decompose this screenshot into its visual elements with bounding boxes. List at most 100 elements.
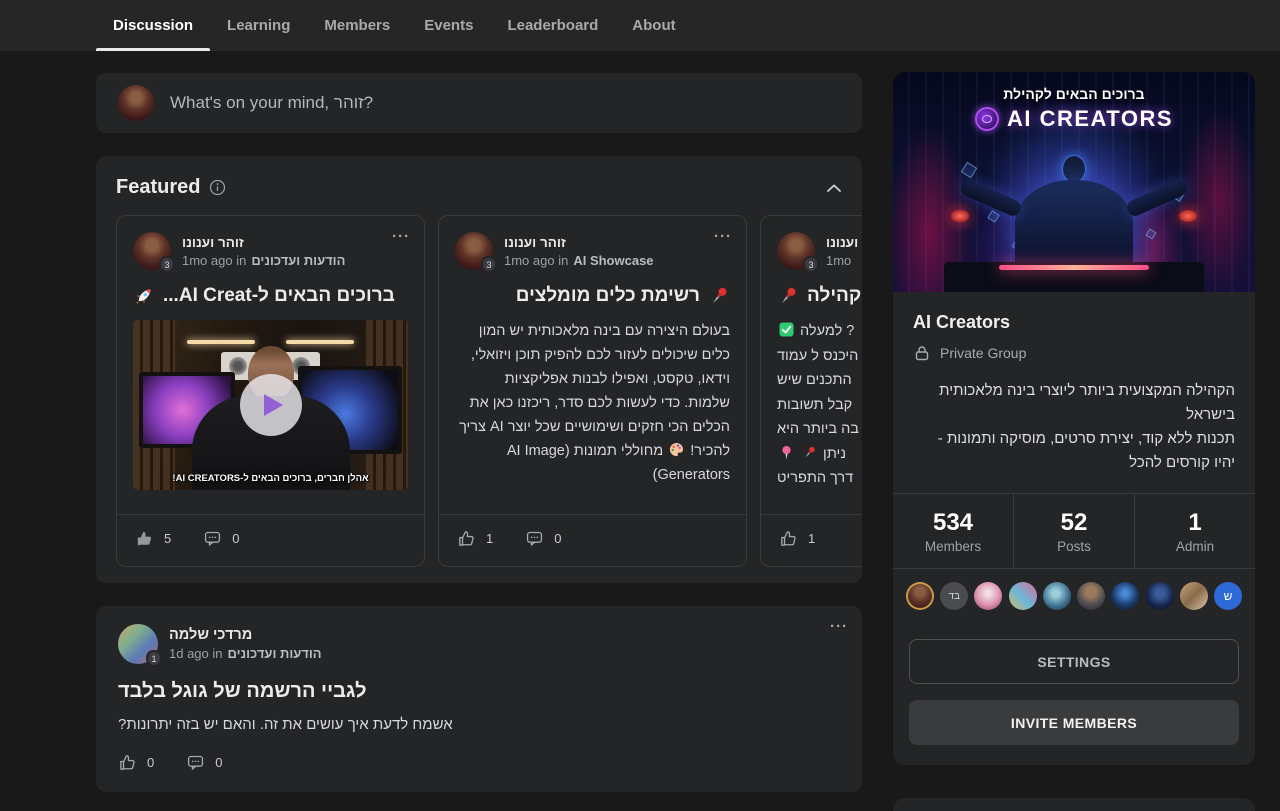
author-avatar[interactable]: 3	[133, 232, 171, 270]
member-avatar[interactable]	[1111, 582, 1139, 610]
top-navigation: Discussion Learning Members Events Leade…	[0, 0, 1280, 51]
stat-admins[interactable]: 1 Admin	[1134, 494, 1255, 568]
lock-icon	[913, 344, 931, 362]
member-avatar[interactable]	[1009, 582, 1037, 610]
rocket-icon	[133, 285, 155, 307]
brain-logo-icon	[975, 107, 999, 131]
check-emoji	[779, 322, 794, 337]
like-icon[interactable]	[457, 529, 476, 548]
privacy-label: Private Group	[940, 345, 1026, 361]
featured-post-body: בעולם היצירה עם בינה מלאכותית יש המון כל…	[455, 319, 730, 487]
featured-card-welcome[interactable]: ··· 3 זוהר וענונו 1mo ago in הודעות ועדכו…	[116, 215, 425, 567]
video-caption: אהלן חברים, ברוכים הבאים ל-AI CREATORS!	[133, 473, 408, 484]
post-time: 1mo ago in	[504, 253, 568, 268]
tab-events[interactable]: Events	[407, 0, 490, 51]
post-composer[interactable]: What's on your mind, זוהר?	[96, 73, 862, 133]
member-avatar[interactable]	[1077, 582, 1105, 610]
info-icon[interactable]	[209, 179, 226, 196]
group-info-card: ברוכים הבאים לקהילת AI CREATORS AI Creat…	[893, 72, 1255, 765]
tab-leaderboard[interactable]: Leaderboard	[490, 0, 615, 51]
comment-icon[interactable]	[203, 529, 222, 548]
post-title[interactable]: לגביי הרשמה של גוגל בלבד	[118, 680, 840, 703]
group-banner[interactable]: ברוכים הבאים לקהילת AI CREATORS	[893, 72, 1255, 292]
post-category[interactable]: הודעות ועדכונים	[228, 646, 322, 661]
current-user-avatar	[118, 85, 154, 121]
level-badge: 3	[803, 256, 819, 273]
comment-count: 0	[232, 531, 239, 546]
member-avatar[interactable]	[1043, 582, 1071, 610]
post-category[interactable]: הודעות ועדכונים	[251, 253, 345, 268]
author-avatar[interactable]: 3	[777, 232, 815, 270]
member-avatar[interactable]	[906, 582, 934, 610]
tab-learning[interactable]: Learning	[210, 0, 307, 51]
post-category[interactable]: AI Showcase	[573, 253, 653, 268]
collapse-chevron-up-icon[interactable]	[826, 183, 842, 193]
roundpin-emoji	[779, 445, 794, 460]
group-name[interactable]: AI Creators	[913, 312, 1235, 333]
member-avatar[interactable]: ש	[1214, 582, 1242, 610]
palette-emoji	[669, 442, 684, 457]
member-avatar[interactable]	[1180, 582, 1208, 610]
comment-count: 0	[554, 531, 561, 546]
like-count: 1	[486, 531, 493, 546]
level-badge: 3	[481, 256, 497, 273]
like-count: 1	[808, 531, 815, 546]
featured-post-body: ? למעלה היכנס ל עמוד התכנים שיש קבל תשוב…	[777, 319, 862, 491]
featured-post-title[interactable]: קהילה	[807, 285, 861, 307]
feed-post[interactable]: ··· 1 מרדכי שלמה 1d ago in הודעות ועדכוני…	[96, 606, 862, 792]
like-count: 0	[147, 755, 154, 770]
tab-members[interactable]: Members	[307, 0, 407, 51]
like-icon[interactable]	[118, 753, 137, 772]
comment-icon[interactable]	[525, 529, 544, 548]
featured-title: Featured	[116, 176, 200, 199]
featured-cards-row: ··· 3 זוהר וענונו 1mo ago in הודעות ועדכו…	[116, 215, 862, 567]
stat-posts[interactable]: 52 Posts	[1013, 494, 1134, 568]
play-button[interactable]	[240, 374, 302, 436]
level-badge: 1	[146, 650, 162, 667]
more-options-icon[interactable]: ···	[714, 228, 732, 245]
pushpin-emoji	[802, 445, 817, 460]
author-avatar[interactable]: 1	[118, 624, 158, 664]
like-icon[interactable]	[779, 529, 798, 548]
comment-count: 0	[215, 755, 222, 770]
comment-icon[interactable]	[186, 753, 205, 772]
tab-discussion[interactable]: Discussion	[96, 0, 210, 51]
member-avatar[interactable]	[1146, 582, 1174, 610]
group-description: הקהילה המקצועית ביותר ליוצרי בינה מלאכות…	[913, 379, 1235, 475]
level-badge: 3	[159, 256, 175, 273]
member-avatars-row: בד ש	[893, 568, 1255, 623]
banner-brand-text: AI CREATORS	[1007, 106, 1173, 132]
member-avatar[interactable]	[974, 582, 1002, 610]
author-name[interactable]: זוהר וענונו	[182, 235, 345, 250]
author-name[interactable]: זוהר וענונו	[504, 235, 654, 250]
settings-button[interactable]: SETTINGS	[909, 639, 1239, 684]
more-options-icon[interactable]: ···	[392, 228, 410, 245]
featured-section: Featured ··· 3 זוהר וענונו 1mo ago in הוד…	[96, 156, 862, 583]
group-stats: 534 Members 52 Posts 1 Admin	[893, 493, 1255, 568]
like-icon[interactable]	[135, 529, 154, 548]
pushpin-icon	[708, 285, 730, 307]
featured-post-title[interactable]: רשימת כלים מומלצים	[516, 285, 700, 307]
author-avatar[interactable]: 3	[455, 232, 493, 270]
post-body: אשמח לדעת איך עושים את זה. והאם יש בזה י…	[118, 716, 840, 733]
post-time: 1mo	[826, 253, 851, 268]
video-thumbnail[interactable]: אהלן חברים, ברוכים הבאים ל-AI CREATORS!	[133, 320, 408, 490]
post-time: 1d ago in	[169, 646, 223, 661]
featured-post-title[interactable]: ברוכים הבאים ל-AI Creat...	[163, 285, 395, 307]
featured-card-community[interactable]: 3 זוהר וענונו 1mo קהילה ? למעלה היכנס ל …	[760, 215, 862, 567]
banner-welcome-text: ברוכים הבאים לקהילת	[893, 86, 1255, 102]
tab-about[interactable]: About	[615, 0, 692, 51]
stat-members[interactable]: 534 Members	[893, 494, 1013, 568]
author-name[interactable]: זוהר וענונו	[826, 235, 862, 250]
more-options-icon[interactable]: ···	[830, 618, 848, 635]
post-time: 1mo ago in	[182, 253, 246, 268]
invite-members-button[interactable]: INVITE MEMBERS	[909, 700, 1239, 745]
author-name[interactable]: מרדכי שלמה	[169, 627, 322, 643]
group-sidebar: ברוכים הבאים לקהילת AI CREATORS AI Creat…	[893, 72, 1255, 811]
like-count: 5	[164, 531, 171, 546]
main-feed: What's on your mind, זוהר? Featured ··· …	[96, 73, 862, 792]
pushpin-icon	[777, 285, 799, 307]
member-avatar[interactable]: בד	[940, 582, 968, 610]
composer-placeholder: What's on your mind, זוהר?	[170, 93, 373, 113]
featured-card-tools[interactable]: ··· 3 זוהר וענונו 1mo ago inAI Showcase …	[438, 215, 747, 567]
